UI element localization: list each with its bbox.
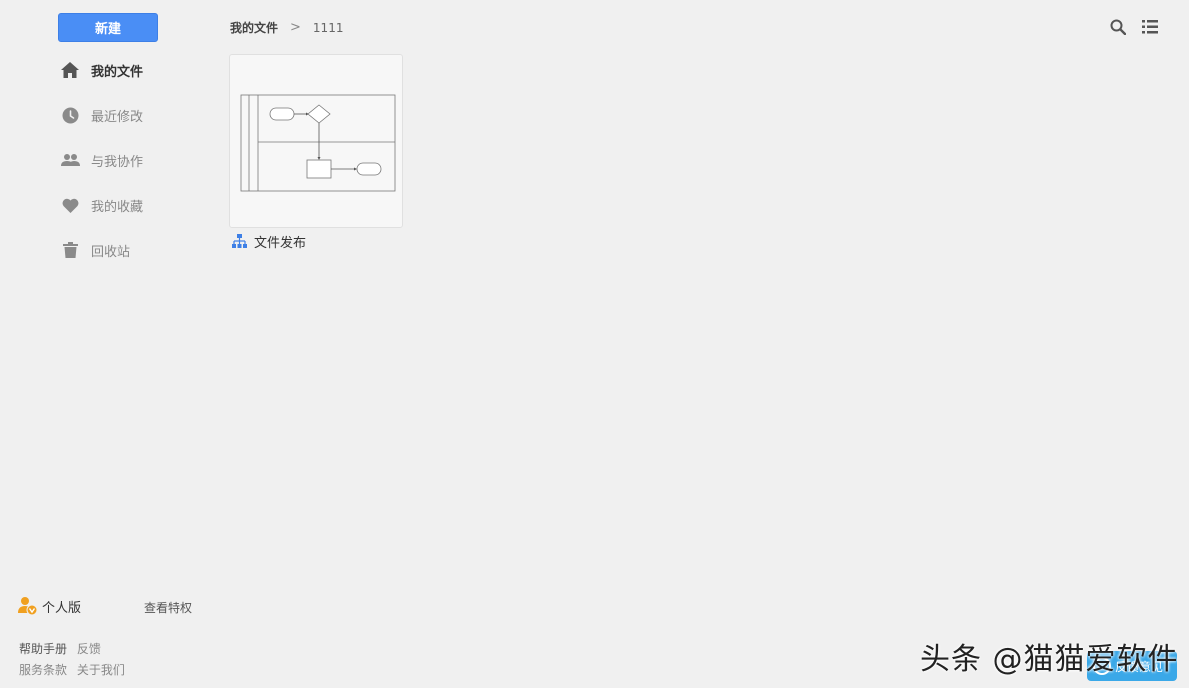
feedback-link[interactable]: 反馈: [77, 642, 101, 656]
footer-links-row-2: 服务条款 关于我们: [19, 661, 131, 678]
breadcrumb-current: 1111: [312, 20, 344, 35]
breadcrumb-separator: >: [290, 20, 301, 35]
search-icon[interactable]: [1108, 17, 1128, 37]
sidebar-item-label: 最近修改: [91, 109, 144, 125]
file-card[interactable]: [229, 54, 403, 228]
clock-icon: [60, 105, 80, 125]
footer-links-row-1: 帮助手册 反馈: [19, 640, 107, 657]
sidebar-item-label: 与我协作: [91, 154, 144, 170]
plan-label: 个人版: [42, 600, 82, 616]
sidebar-item-label: 我的收藏: [91, 199, 144, 215]
breadcrumb-root[interactable]: 我的文件: [230, 19, 278, 36]
home-icon: [60, 60, 80, 80]
sidebar-item-favorites[interactable]: 我的收藏: [60, 193, 143, 217]
file-thumbnail: [240, 94, 396, 192]
trash-icon: [60, 240, 80, 260]
file-name[interactable]: 文件发布: [232, 232, 306, 251]
sidebar-item-shared[interactable]: 与我协作: [60, 148, 143, 172]
sidebar-item-label: 回收站: [91, 244, 131, 260]
terms-link[interactable]: 服务条款: [19, 663, 67, 677]
sidebar-item-label: 我的文件: [91, 64, 144, 80]
heart-icon: [60, 195, 80, 215]
help-link[interactable]: 帮助手册: [19, 642, 67, 656]
sidebar: 新建 我的文件 最近修改 与我协作 我的收藏 回收站 个人版 查看特权 帮助手册…: [0, 0, 215, 688]
sidebar-item-recent[interactable]: 最近修改: [60, 103, 143, 127]
new-button[interactable]: 新建: [58, 13, 158, 42]
flowchart-icon: [232, 233, 248, 250]
users-icon: [60, 150, 80, 170]
sidebar-item-trash[interactable]: 回收站: [60, 238, 130, 262]
sidebar-item-my-files[interactable]: 我的文件: [60, 58, 143, 82]
about-link[interactable]: 关于我们: [77, 663, 125, 677]
personal-plan-icon: [18, 596, 38, 616]
watermark: 头条 @猫猫爱软件: [920, 642, 1179, 677]
file-name-label: 文件发布: [254, 236, 307, 251]
view-privileges-link[interactable]: 查看特权: [144, 599, 192, 616]
plan-badge: 个人版: [18, 596, 81, 616]
breadcrumb: 我的文件 > 1111: [230, 19, 343, 36]
list-view-icon[interactable]: [1140, 17, 1160, 37]
